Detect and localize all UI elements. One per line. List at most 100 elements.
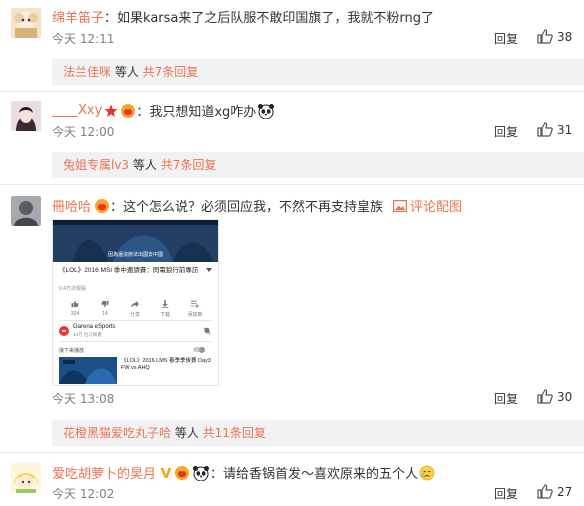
- comment-username[interactable]: 绵羊笛子: [52, 11, 104, 26]
- autoplay-toggle[interactable]: [193, 346, 205, 353]
- comment-body: 绵羊笛子：如果karsa来了之后队服不敢印国旗了，我就不粉rng了: [52, 7, 434, 26]
- divider: [0, 184, 584, 185]
- dislike-video-count: 14: [102, 311, 108, 317]
- video-frame: 因為還沒辦法出國去中國: [53, 220, 218, 262]
- video-subtitle: 因為還沒辦法出國去中國: [107, 252, 163, 258]
- separator: ：: [136, 105, 150, 120]
- verified-v-icon: [160, 467, 172, 478]
- reply-count-link[interactable]: 共7条回复: [143, 65, 199, 79]
- separator: ：: [110, 200, 124, 215]
- thumb-up-icon: [537, 29, 553, 44]
- reply-user-link[interactable]: 法兰佳咪: [63, 65, 111, 79]
- avatar-image: [11, 463, 41, 493]
- fan-badge-icon: [95, 198, 110, 213]
- panda-emoji-icon: [258, 103, 275, 119]
- comment-time: 今天 12:02: [52, 487, 115, 501]
- download-label: 下载: [159, 312, 170, 318]
- avatar-image: [11, 8, 41, 38]
- avatar-image: [11, 196, 41, 226]
- reply-count-link[interactable]: 共11条回复: [203, 426, 266, 440]
- thumb-up-icon: [537, 484, 553, 499]
- reply-button[interactable]: 回复: [494, 485, 518, 502]
- comment-image[interactable]: 因為還沒辦法出國去中國 《LOL》2016 MSI 季中邀請賽：閃電狼行前專訪 …: [52, 219, 219, 386]
- download-video-button[interactable]: 下载: [157, 296, 173, 318]
- like-button[interactable]: 30: [537, 389, 572, 404]
- dislike-video-button[interactable]: 14: [97, 296, 113, 317]
- comment-username[interactable]: ____Xxy: [52, 103, 102, 118]
- reply-button[interactable]: 回复: [494, 123, 518, 140]
- avatar[interactable]: [11, 8, 41, 38]
- comment-text: 我只想知道xg咋办: [149, 105, 257, 120]
- avatar[interactable]: [11, 463, 41, 493]
- like-button[interactable]: 38: [537, 29, 572, 44]
- panda-emoji-icon: [193, 465, 210, 481]
- comment-time: 今天 13:08: [52, 392, 115, 406]
- add-to-button[interactable]: 添加到: [187, 296, 203, 318]
- video-views: 9.4万次观看: [59, 286, 86, 292]
- comment-username[interactable]: 冊哈哈: [52, 196, 91, 215]
- comment-image-link[interactable]: 评论配图: [410, 196, 462, 215]
- channel-avatar[interactable]: [59, 324, 69, 336]
- like-video-button[interactable]: 324: [67, 296, 83, 317]
- reply-button[interactable]: 回复: [494, 390, 518, 407]
- reply-summary: 花橙黑猫爱吃丸子哈 等人 共11条回复: [52, 420, 584, 446]
- video-title: 《LOL》2016 MSI 季中邀請賽：閃電狼行前專訪: [59, 267, 199, 274]
- like-count: 31: [557, 122, 573, 137]
- download-icon: [161, 300, 169, 308]
- comment-body: ____Xxy ：我只想知道xg咋办: [52, 101, 275, 120]
- like-count: 38: [557, 29, 573, 44]
- reply-button[interactable]: 回复: [494, 30, 518, 47]
- share-icon: [131, 300, 139, 308]
- fan-badge-icon: [121, 103, 136, 118]
- reply-user-link[interactable]: 兔姐专属lv3: [63, 158, 129, 172]
- reply-summary: 法兰佳咪 等人 共7条回复: [52, 59, 584, 85]
- chevron-down-icon[interactable]: [206, 268, 212, 272]
- fan-badge-icon: [175, 465, 190, 480]
- divider: [59, 341, 212, 342]
- thumb-up-icon: [537, 389, 553, 404]
- avatar[interactable]: [11, 196, 41, 226]
- divider: [0, 91, 584, 92]
- comment-username[interactable]: 爱吃胡萝卜的昊月: [52, 463, 156, 482]
- reply-suffix: 等人: [171, 426, 203, 440]
- comment-time: 今天 12:11: [52, 32, 115, 46]
- next-video-title[interactable]: 《LOL》2016 LMS 春季季後賽 Day3 FW vs AHQ: [121, 358, 213, 372]
- add-to-label: 添加到: [187, 312, 203, 318]
- reply-user-link[interactable]: 花橙黑猫爱吃丸子哈: [63, 426, 171, 440]
- share-label: 分享: [129, 312, 140, 318]
- subscriber-count: 34万 位订阅者: [73, 332, 102, 337]
- image-icon: [393, 199, 408, 212]
- channel-name[interactable]: Garena eSports: [73, 324, 115, 330]
- like-button[interactable]: 31: [537, 122, 572, 137]
- bell-off-icon[interactable]: [203, 327, 211, 335]
- reply-summary: 兔姐专属lv3 等人 共7条回复: [52, 152, 584, 178]
- thumb-down-icon: [101, 300, 109, 308]
- reply-count-link[interactable]: 共7条回复: [161, 158, 217, 172]
- like-video-count: 324: [70, 311, 80, 317]
- crying-emoji-icon: [419, 465, 435, 480]
- comment-text: 如果karsa来了之后队服不敢印国旗了，我就不粉rng了: [117, 11, 434, 26]
- next-video-art: [59, 357, 117, 384]
- share-video-button[interactable]: 分享: [127, 296, 143, 318]
- comment-time: 今天 12:00: [52, 125, 115, 139]
- comment-body: 爱吃胡萝卜的昊月 ：请给香锅首发～喜欢原来的五个人: [52, 463, 435, 482]
- thumb-up-icon: [71, 300, 79, 308]
- up-next-label: 接下来播放: [59, 348, 85, 354]
- comment-text: 请给香锅首发～喜欢原来的五个人: [223, 467, 419, 482]
- video-actions: 324 14 分享 下载 添加到: [53, 296, 218, 318]
- comment-body: 冊哈哈 ：这个怎么说？必须回应我，不然不再支持皇族 评论配图: [52, 196, 462, 215]
- reply-suffix: 等人: [129, 158, 161, 172]
- playlist-add-icon: [191, 300, 199, 308]
- separator: ：: [210, 467, 224, 482]
- like-count: 30: [557, 389, 573, 404]
- like-count: 27: [557, 484, 573, 499]
- avatar-image: [11, 101, 41, 131]
- like-button[interactable]: 27: [537, 484, 572, 499]
- garena-logo-icon: [59, 326, 69, 336]
- thumb-up-icon: [537, 122, 553, 137]
- comment-text: 这个怎么说？必须回应我，不然不再支持皇族: [123, 200, 384, 215]
- divider: [0, 452, 584, 453]
- avatar[interactable]: [11, 101, 41, 131]
- reply-suffix: 等人: [111, 65, 143, 79]
- next-video-thumbnail[interactable]: [59, 357, 117, 384]
